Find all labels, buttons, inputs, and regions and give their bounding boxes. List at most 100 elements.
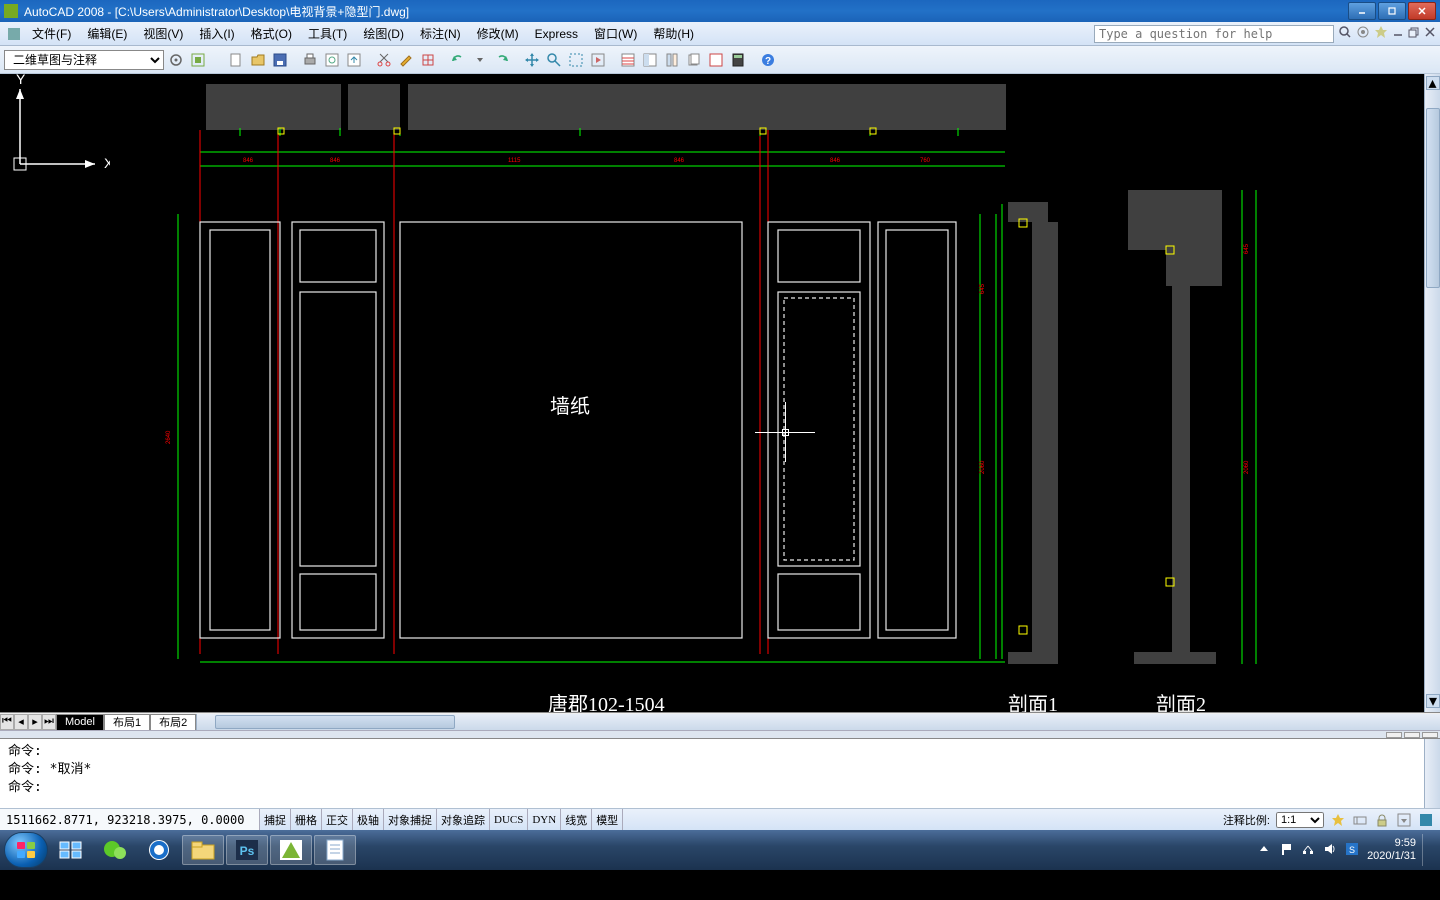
lock-ui-icon[interactable] — [1374, 812, 1390, 828]
taskbar-clock[interactable]: 9:59 2020/1/31 — [1367, 837, 1416, 863]
search-icon[interactable] — [1338, 25, 1352, 42]
svg-text:846: 846 — [330, 158, 341, 164]
status-toggle-lwt[interactable]: 线宽 — [561, 809, 592, 830]
doc-close-icon[interactable] — [1424, 26, 1436, 41]
status-toggle-model[interactable]: 模型 — [592, 809, 623, 830]
app-title: AutoCAD 2008 - [C:\Users\Administrator\D… — [24, 3, 1348, 20]
menu-help[interactable]: 帮助(H) — [645, 22, 702, 45]
wechat-taskbar-icon[interactable] — [94, 835, 136, 865]
workspace-settings-icon[interactable] — [188, 50, 208, 70]
status-toggle-grid[interactable]: 栅格 — [291, 809, 322, 830]
notepad-taskbar-icon[interactable] — [314, 835, 356, 865]
model-tab[interactable]: Model — [56, 714, 104, 730]
close-button[interactable] — [1408, 2, 1436, 20]
status-toggle-ducs[interactable]: DUCS — [490, 809, 528, 830]
status-toggle-otrack[interactable]: 对象追踪 — [437, 809, 490, 830]
annotation-autoscale-icon[interactable] — [1352, 812, 1368, 828]
undo-dropdown-icon[interactable] — [470, 50, 490, 70]
scroll-up-icon[interactable]: ▴ — [1426, 76, 1440, 90]
tray-volume-icon[interactable] — [1323, 842, 1339, 858]
command-input[interactable]: 命令: 命令: *取消* 命令: — [0, 739, 1424, 808]
annotation-scale-select[interactable]: 1:1 — [1276, 812, 1324, 828]
status-toggle-dyn[interactable]: DYN — [528, 809, 561, 830]
workspace-select[interactable]: 二维草图与注释 — [4, 50, 164, 70]
calculator-icon[interactable] — [728, 50, 748, 70]
drawing-canvas[interactable]: 8468461115 846846760 6452060 — [0, 74, 1440, 712]
plot-preview-icon[interactable] — [322, 50, 342, 70]
status-toggle-polar[interactable]: 极轴 — [353, 809, 384, 830]
layout1-tab[interactable]: 布局1 — [104, 714, 150, 730]
print-icon[interactable] — [300, 50, 320, 70]
help-search-input[interactable] — [1094, 25, 1334, 43]
menu-app-icon[interactable] — [4, 22, 24, 45]
new-icon[interactable] — [226, 50, 246, 70]
scroll-down-icon[interactable]: ▾ — [1426, 694, 1440, 708]
markup-icon[interactable] — [706, 50, 726, 70]
tab-next-icon[interactable]: ▸ — [28, 714, 42, 730]
tool-palette-icon[interactable] — [662, 50, 682, 70]
tab-last-icon[interactable]: ⏭ — [42, 714, 56, 730]
redo-icon[interactable] — [492, 50, 512, 70]
autocad-taskbar-icon[interactable] — [270, 835, 312, 865]
minimize-button[interactable] — [1348, 2, 1376, 20]
menu-edit[interactable]: 编辑(E) — [79, 22, 135, 45]
save-icon[interactable] — [270, 50, 290, 70]
layout2-tab[interactable]: 布局2 — [150, 714, 196, 730]
menu-modify[interactable]: 修改(M) — [469, 22, 527, 45]
tab-first-icon[interactable]: ⏮ — [0, 714, 14, 730]
tray-expand-icon[interactable] — [1257, 842, 1273, 858]
cut-icon[interactable] — [374, 50, 394, 70]
tray-flag-icon[interactable] — [1279, 842, 1295, 858]
doc-restore-icon[interactable] — [1408, 26, 1420, 41]
status-toggle-osnap[interactable]: 对象捕捉 — [384, 809, 437, 830]
sogou-taskbar-icon[interactable] — [138, 835, 180, 865]
hscroll-thumb[interactable] — [215, 715, 455, 729]
block-icon[interactable] — [418, 50, 438, 70]
command-scrollbar[interactable] — [1424, 739, 1440, 808]
explorer-taskbar-icon[interactable] — [182, 835, 224, 865]
menu-format[interactable]: 格式(O) — [243, 22, 300, 45]
tray-ime-icon[interactable]: S — [1345, 842, 1361, 858]
menu-file[interactable]: 文件(F) — [24, 22, 79, 45]
maximize-button[interactable] — [1378, 2, 1406, 20]
annotation-visibility-icon[interactable] — [1330, 812, 1346, 828]
scroll-thumb[interactable] — [1426, 108, 1440, 288]
pan-icon[interactable] — [522, 50, 542, 70]
publish-icon[interactable] — [344, 50, 364, 70]
comm-center-icon[interactable] — [1356, 25, 1370, 42]
menu-insert[interactable]: 插入(I) — [191, 22, 242, 45]
coordinates-display[interactable]: 1511662.8771, 923218.3975, 0.0000 — [0, 809, 260, 830]
menu-window[interactable]: 窗口(W) — [586, 22, 645, 45]
tab-prev-icon[interactable]: ◂ — [14, 714, 28, 730]
open-icon[interactable] — [248, 50, 268, 70]
doc-minimize-icon[interactable] — [1392, 26, 1404, 41]
favorites-icon[interactable] — [1374, 25, 1388, 42]
status-toggle-snap[interactable]: 捕捉 — [260, 809, 291, 830]
status-toggle-ortho[interactable]: 正交 — [322, 809, 353, 830]
design-center-icon[interactable] — [640, 50, 660, 70]
menu-express[interactable]: Express — [527, 22, 586, 45]
zoom-icon[interactable] — [544, 50, 564, 70]
gear-icon[interactable] — [166, 50, 186, 70]
zoom-previous-icon[interactable] — [588, 50, 608, 70]
canvas-horizontal-scrollbar[interactable] — [196, 714, 1440, 730]
menu-view[interactable]: 视图(V) — [135, 22, 191, 45]
sheet-set-icon[interactable] — [684, 50, 704, 70]
taskview-icon[interactable] — [50, 835, 92, 865]
undo-icon[interactable] — [448, 50, 468, 70]
menu-dimension[interactable]: 标注(N) — [412, 22, 469, 45]
zoom-window-icon[interactable] — [566, 50, 586, 70]
status-tray-icon[interactable] — [1396, 812, 1412, 828]
properties-icon[interactable] — [618, 50, 638, 70]
menu-tools[interactable]: 工具(T) — [300, 22, 355, 45]
clean-screen-icon[interactable] — [1418, 812, 1434, 828]
help-icon[interactable]: ? — [758, 50, 778, 70]
photoshop-taskbar-icon[interactable]: Ps — [226, 835, 268, 865]
show-desktop-button[interactable] — [1422, 834, 1430, 866]
tray-network-icon[interactable] — [1301, 842, 1317, 858]
command-resize-handle[interactable] — [0, 730, 1440, 738]
start-button[interactable] — [4, 832, 48, 868]
menu-draw[interactable]: 绘图(D) — [355, 22, 412, 45]
canvas-vertical-scrollbar[interactable]: ▴ ▾ — [1424, 74, 1440, 712]
match-properties-icon[interactable] — [396, 50, 416, 70]
